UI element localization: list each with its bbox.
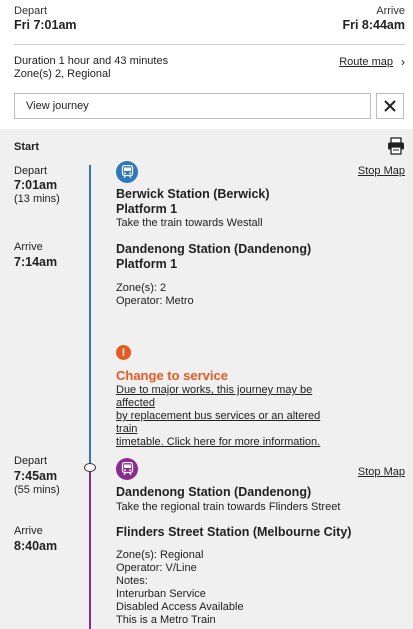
leg1-duration: (13 mins) bbox=[14, 193, 60, 205]
alert-line: Due to major works, this journey may be … bbox=[116, 384, 313, 409]
alert-icon: ! bbox=[116, 345, 131, 360]
leg2-note: Disabled Access Available bbox=[116, 601, 244, 613]
leg2-depart-time: 7:45am bbox=[14, 469, 58, 483]
leg1-direction: Take the train towards Westall bbox=[116, 217, 263, 229]
route-map-label[interactable]: Route map bbox=[339, 56, 393, 68]
stop-map-link[interactable]: Stop Map bbox=[358, 466, 405, 478]
timeline-line-metro bbox=[89, 165, 91, 467]
journey-header: Depart Fri 7:01am Arrive Fri 8:44am bbox=[0, 0, 413, 44]
journey-detail: Start Depart 7:01am (13 mins) Stop Map B… bbox=[0, 129, 413, 629]
timeline-transfer-node bbox=[84, 463, 96, 472]
leg2-from-station: Dandenong Station (Dandenong) bbox=[116, 485, 312, 499]
print-icon[interactable] bbox=[387, 137, 405, 155]
regional-train-icon bbox=[116, 458, 138, 480]
leg2-duration: (55 mins) bbox=[14, 484, 60, 496]
close-icon bbox=[384, 100, 396, 112]
depart-time: Fri 7:01am bbox=[14, 18, 77, 32]
leg2-zones: Zone(s): Regional bbox=[116, 549, 204, 561]
leg2-arrive-label: Arrive bbox=[14, 525, 43, 537]
stop-map-link[interactable]: Stop Map bbox=[358, 165, 405, 177]
alert-line: by replacement bus services or an altere… bbox=[116, 410, 321, 435]
arrive-time: Fri 8:44am bbox=[342, 18, 405, 32]
duration-text: Duration 1 hour and 43 minutes bbox=[14, 55, 169, 67]
leg1-arrive-label: Arrive bbox=[14, 241, 43, 253]
leg2-depart-label: Depart bbox=[14, 455, 48, 467]
arrive-label: Arrive bbox=[376, 5, 405, 17]
start-label: Start bbox=[14, 141, 40, 153]
leg1-from-station: Berwick Station (Berwick) bbox=[116, 187, 270, 201]
view-journey-row: View journey bbox=[14, 93, 404, 119]
leg1-depart-label: Depart bbox=[14, 165, 48, 177]
close-button[interactable] bbox=[376, 93, 404, 119]
leg2-operator: Operator: V/Line bbox=[116, 562, 197, 574]
leg1-arrive-time: 7:14am bbox=[14, 255, 58, 269]
alert-message-link[interactable]: Due to major works, this journey may be … bbox=[116, 384, 326, 449]
leg2-direction: Take the regional train towards Flinders… bbox=[116, 501, 341, 513]
timeline-line-regional bbox=[89, 468, 91, 629]
alert-line: timetable. Click here for more informati… bbox=[116, 436, 321, 448]
leg2-to-station: Flinders Street Station (Melbourne City) bbox=[116, 525, 352, 539]
alert-title: Change to service bbox=[116, 368, 228, 383]
leg2-notes-label: Notes: bbox=[116, 575, 148, 587]
leg1-from-platform: Platform 1 bbox=[116, 202, 178, 216]
depart-label: Depart bbox=[14, 5, 48, 17]
leg2-note: This is a Metro Train bbox=[116, 614, 216, 626]
leg2-details: Zone(s): Regional Operator: V/Line Notes… bbox=[116, 549, 244, 627]
chevron-right-icon: › bbox=[401, 55, 405, 69]
leg1-to-platform: Platform 1 bbox=[116, 257, 178, 271]
header-divider bbox=[14, 44, 405, 45]
leg1-to-station: Dandenong Station (Dandenong) bbox=[116, 242, 312, 256]
route-map-link[interactable]: Route map › bbox=[339, 55, 405, 69]
view-journey-field[interactable]: View journey bbox=[14, 93, 371, 119]
journey-summary: Duration 1 hour and 43 minutes Zone(s) 2… bbox=[14, 55, 168, 81]
leg1-operator: Operator: Metro bbox=[116, 295, 194, 307]
leg2-arrive-time: 8:40am bbox=[14, 539, 58, 553]
leg2-note: Interurban Service bbox=[116, 588, 206, 600]
leg1-depart-time: 7:01am bbox=[14, 178, 58, 192]
zones-text: Zone(s) 2, Regional bbox=[14, 68, 111, 80]
train-icon bbox=[116, 161, 138, 183]
leg1-zones: Zone(s): 2 bbox=[116, 282, 167, 294]
